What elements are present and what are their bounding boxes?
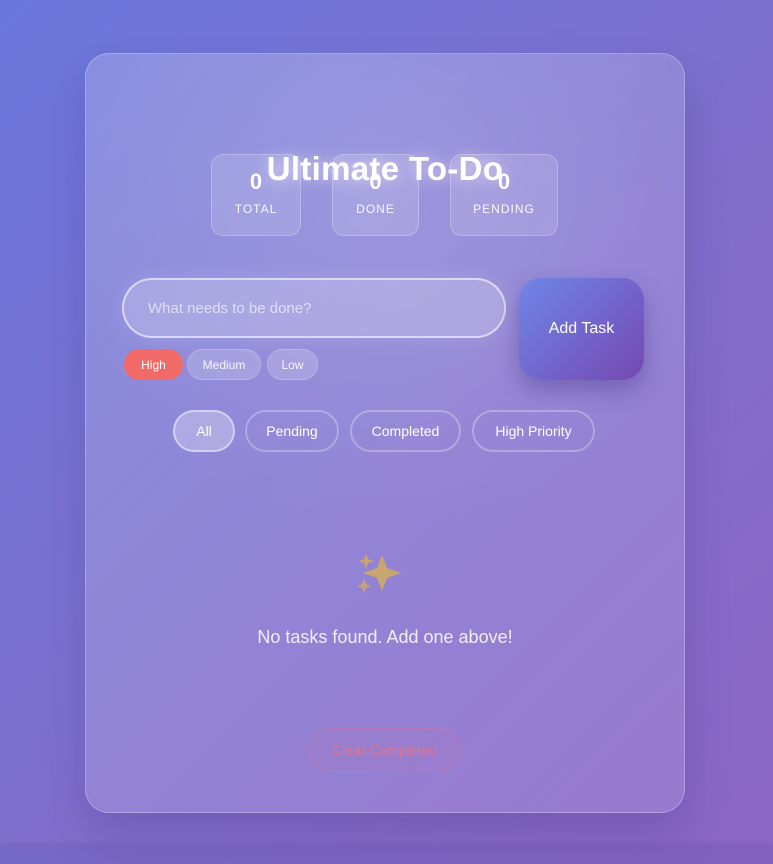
filter-all-button[interactable]: All	[173, 410, 235, 452]
priority-high-button[interactable]: High	[124, 349, 183, 380]
sparkles-icon	[357, 553, 401, 593]
empty-state-message: No tasks found. Add one above!	[257, 627, 513, 647]
filter-pending-button[interactable]: Pending	[245, 410, 339, 452]
stat-done: 0 DONE	[332, 154, 419, 236]
stat-pending: 0 PENDING	[450, 154, 558, 236]
add-task-button[interactable]: Add Task	[519, 278, 644, 380]
clear-completed-button[interactable]: Clear Completed	[308, 728, 461, 772]
stat-pending-label: PENDING	[473, 202, 535, 216]
task-input[interactable]	[122, 278, 506, 338]
stat-done-label: DONE	[356, 202, 395, 216]
filter-high-priority-button[interactable]: High Priority	[472, 410, 595, 452]
filter-completed-button[interactable]: Completed	[350, 410, 461, 452]
stat-total-value: 0	[249, 169, 263, 194]
stat-pending-value: 0	[497, 169, 511, 194]
priority-low-button[interactable]: Low	[267, 349, 318, 380]
stat-done-value: 0	[369, 169, 382, 194]
page-bottom-strip	[0, 846, 773, 864]
todo-card: Ultimate To-Do 0 TOTAL 0 DONE 0 PENDING …	[85, 53, 685, 813]
stat-total-label: TOTAL	[234, 202, 278, 216]
priority-medium-button[interactable]: Medium	[187, 349, 261, 380]
stat-total: 0 TOTAL	[211, 154, 301, 236]
